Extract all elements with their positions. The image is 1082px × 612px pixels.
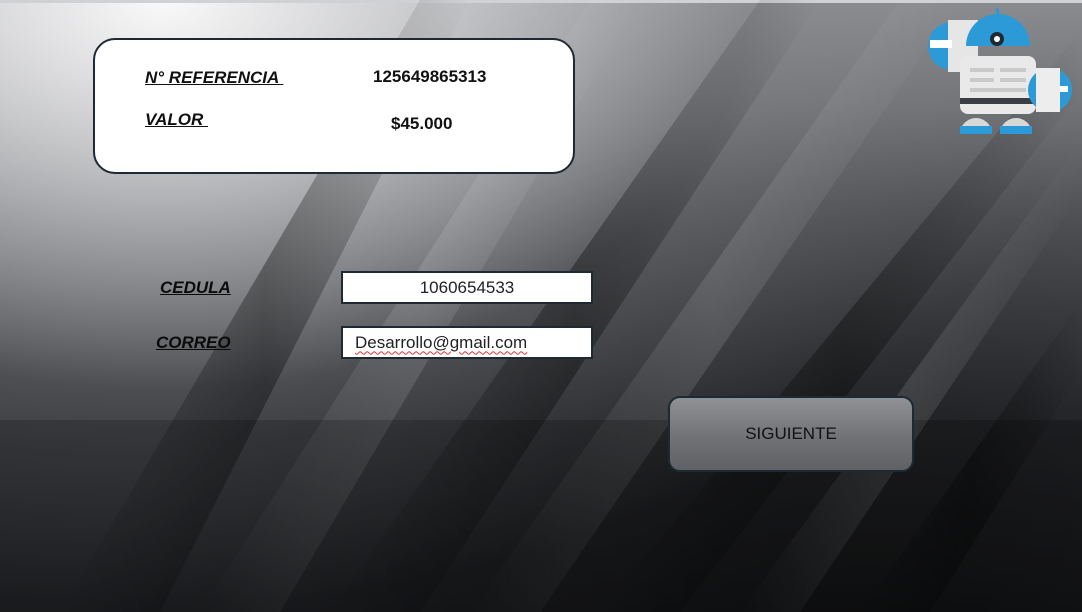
cedula-field[interactable]: 1060654533 <box>341 271 593 304</box>
cedula-value: 1060654533 <box>419 277 515 297</box>
reference-label: N° REFERENCIA <box>145 68 284 87</box>
amount-value: $45.000 <box>391 114 453 133</box>
next-button[interactable]: SIGUIENTE <box>668 396 914 472</box>
robot-logo-icon <box>928 8 1072 134</box>
amount-label: VALOR <box>145 110 208 129</box>
correo-label: CORREO <box>156 333 231 352</box>
correo-value: Desarrollo@gmail.com <box>355 332 528 352</box>
correo-field[interactable]: Desarrollo@gmail.com <box>341 326 593 359</box>
payment-info-card: N° REFERENCIA 125649865313 VALOR $45.000 <box>93 38 575 174</box>
form-screen: N° REFERENCIA 125649865313 VALOR $45.000… <box>0 0 1082 612</box>
reference-value: 125649865313 <box>373 67 487 86</box>
cedula-label: CEDULA <box>160 278 231 297</box>
next-button-label: SIGUIENTE <box>745 424 837 443</box>
